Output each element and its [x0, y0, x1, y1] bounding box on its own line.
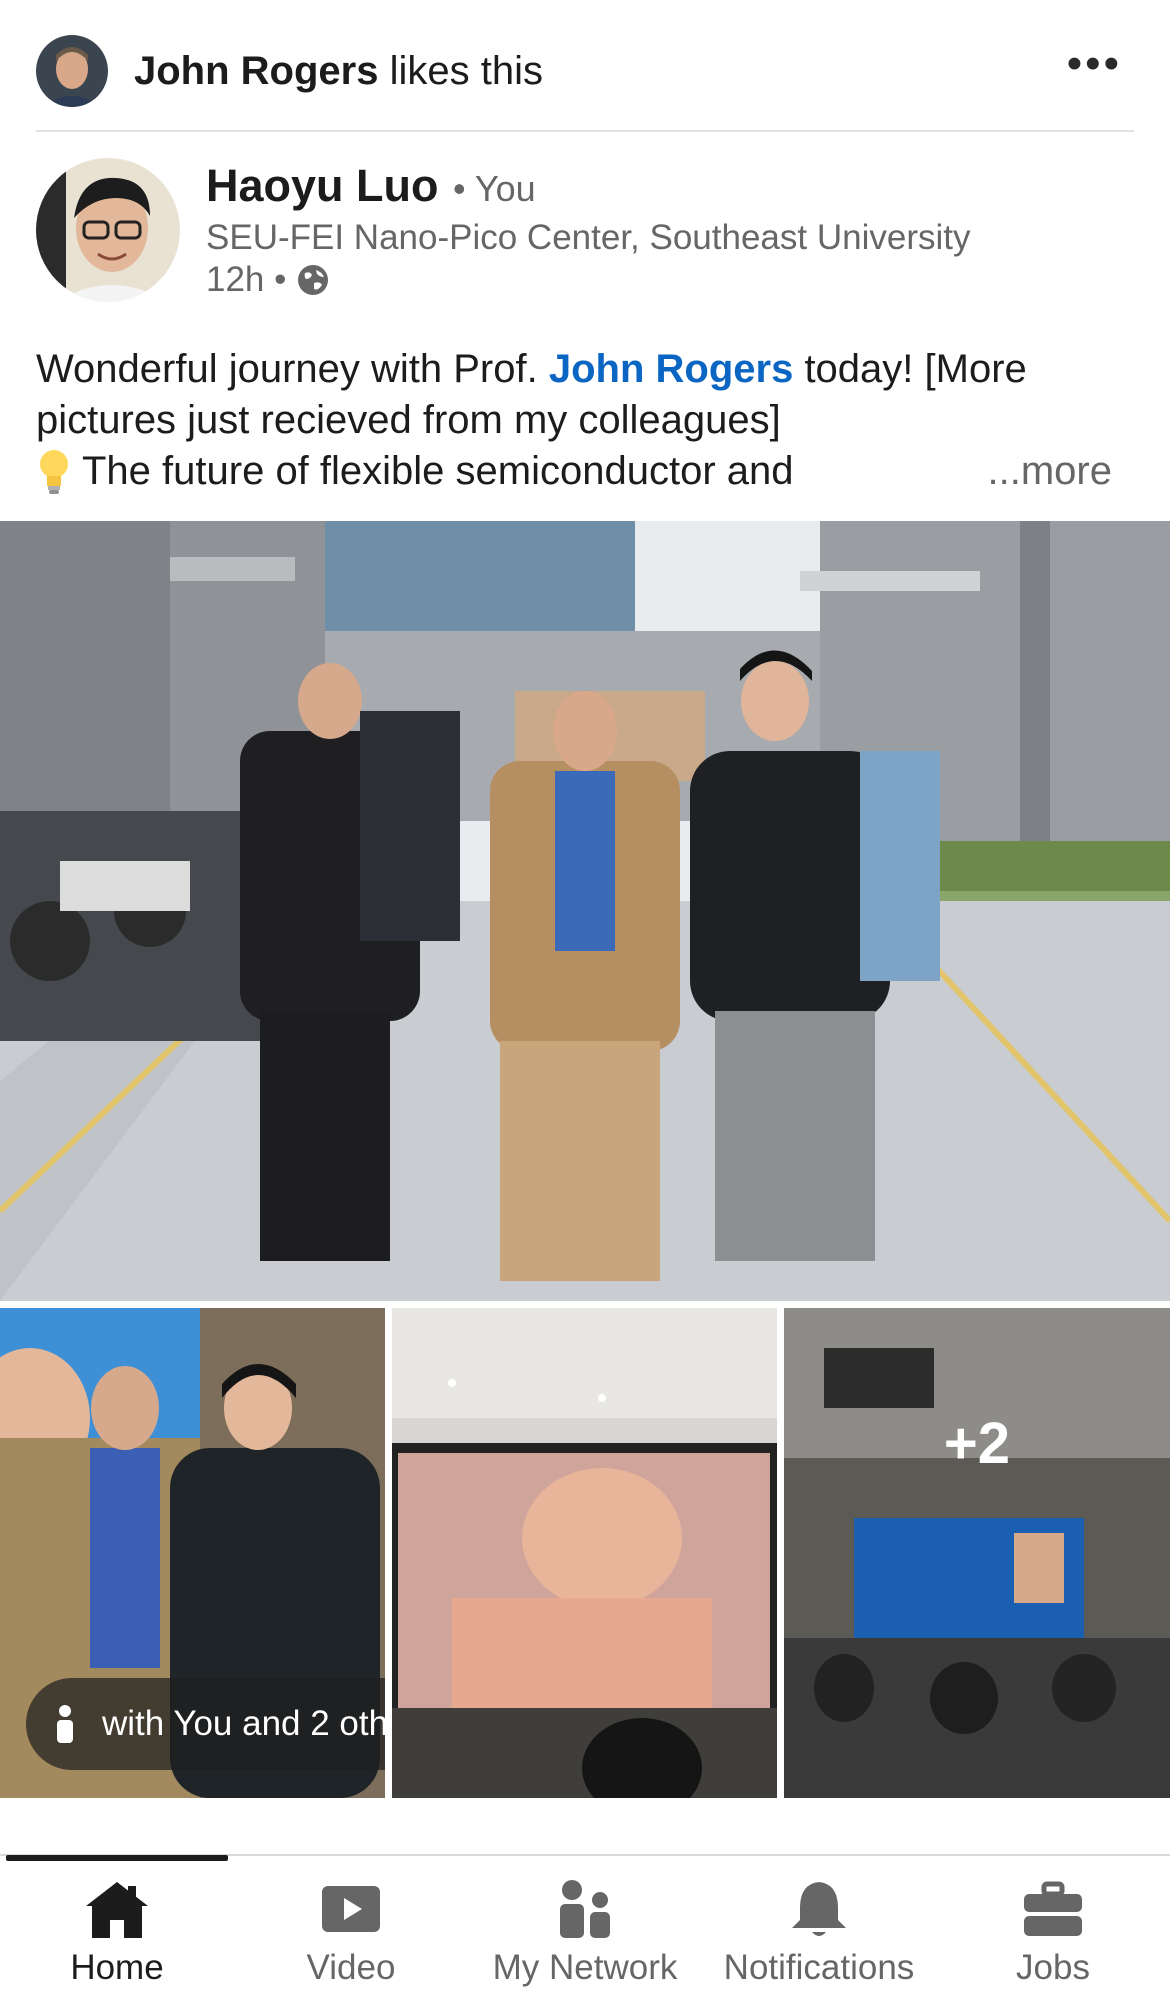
briefcase-icon	[1024, 1881, 1082, 1936]
post-text-line3: The future of flexible semiconductor and	[82, 449, 794, 493]
nav-notifications-label: Notifications	[723, 1948, 915, 1987]
john-rogers-avatar[interactable]	[36, 35, 108, 107]
nav-my-network[interactable]: My Network	[468, 1858, 702, 2003]
bottom-nav: Home Video My Network Notifications Jobs	[0, 1858, 1170, 2003]
more-photos-count[interactable]: +2	[784, 1308, 1170, 1798]
globe-icon	[298, 265, 329, 295]
nav-video-label: Video	[306, 1948, 396, 1987]
divider	[36, 130, 1134, 132]
author-avatar[interactable]	[36, 158, 180, 302]
tagged-people-pill[interactable]: with You and 2 others	[26, 1678, 385, 1770]
post-author[interactable]: Haoyu Luo • You SEU-FEI Nano-Pico Center…	[36, 158, 1134, 306]
post-text-prefix: Wonderful journey with Prof.	[36, 347, 549, 391]
post-text[interactable]: Wonderful journey with Prof. John Rogers…	[36, 344, 1136, 497]
nav-jobs-label: Jobs	[1016, 1948, 1090, 1987]
author-badge: • You	[452, 168, 536, 209]
home-icon	[86, 1882, 148, 1938]
nav-network-label: My Network	[492, 1948, 678, 1987]
see-more-link[interactable]: ...more	[988, 446, 1112, 497]
social-context-text: John Rogers likes this	[134, 49, 543, 94]
network-icon	[560, 1880, 610, 1938]
photo-thumbnails: with You and 2 others +2	[0, 1308, 1170, 1798]
social-context-row[interactable]: John Rogers likes this •••	[36, 34, 1134, 108]
nav-jobs[interactable]: Jobs	[936, 1858, 1170, 2003]
nav-home-label: Home	[70, 1948, 164, 1987]
context-action: likes this	[378, 48, 543, 93]
post-text-line2: pictures just recieved from my colleague…	[36, 398, 781, 442]
mention-link[interactable]: John Rogers	[549, 347, 793, 391]
main-photo[interactable]	[0, 521, 1170, 1301]
tagged-people-label: with You and 2 others	[102, 1704, 385, 1743]
post-meta: 12h •	[206, 260, 330, 300]
lightbulb-icon	[40, 449, 68, 494]
more-horizontal-icon[interactable]: •••	[1067, 42, 1122, 86]
post-time: 12h •	[206, 260, 287, 299]
photo-thumbnail-2[interactable]	[392, 1308, 777, 1798]
liker-name[interactable]: John Rogers	[134, 49, 378, 93]
post-text-suffix: today! [More	[793, 347, 1027, 391]
person-icon	[57, 1705, 73, 1743]
video-icon	[322, 1886, 380, 1932]
nav-video[interactable]: Video	[234, 1858, 468, 2003]
author-name[interactable]: Haoyu Luo	[206, 160, 439, 211]
bell-icon	[792, 1882, 846, 1936]
author-headline: SEU-FEI Nano-Pico Center, Southeast Univ…	[206, 218, 971, 257]
nav-home[interactable]: Home	[0, 1858, 234, 2003]
nav-notifications[interactable]: Notifications	[702, 1858, 936, 2003]
photo-thumbnail-1[interactable]: with You and 2 others	[0, 1308, 385, 1798]
photo-thumbnail-3[interactable]: +2	[784, 1308, 1170, 1798]
